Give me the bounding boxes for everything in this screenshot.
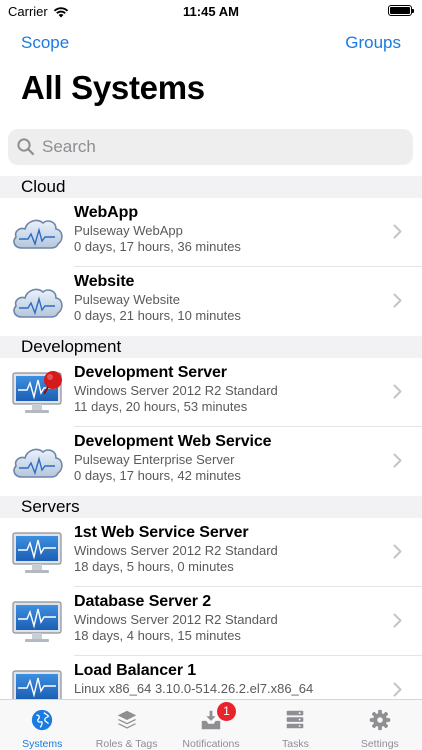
globe-icon	[32, 709, 53, 731]
tab-tasks[interactable]: Tasks	[253, 700, 337, 750]
system-title: Database Server 2	[74, 593, 212, 610]
tab-roles-tags[interactable]: Roles & Tags	[84, 700, 168, 750]
system-uptime: 0 days, 21 hours, 10 minutes	[74, 308, 241, 323]
search-placeholder: Search	[42, 137, 96, 156]
system-uptime: 18 days, 5 hours, 0 minutes	[74, 559, 234, 574]
chevron-right-icon	[393, 544, 402, 559]
search-icon	[17, 138, 35, 156]
tab-systems[interactable]: Systems	[0, 700, 84, 750]
system-title: WebApp	[74, 204, 138, 221]
chevron-right-icon	[393, 384, 402, 399]
tab-label: Settings	[360, 738, 399, 750]
groups-button[interactable]: Groups	[345, 33, 401, 53]
chevron-right-icon	[393, 224, 402, 239]
system-row-development-server[interactable]: Development Server Windows Server 2012 R…	[0, 358, 422, 427]
battery-icon	[388, 5, 414, 16]
monitor-alert-icon	[10, 371, 62, 416]
cloud-icon	[10, 439, 64, 485]
notification-badge: 1	[217, 702, 237, 721]
monitor-icon	[10, 599, 64, 645]
status-bar: Carrier 11:45 AM	[0, 0, 422, 22]
scope-button[interactable]: Scope	[21, 33, 69, 53]
section-header-development: Development	[0, 336, 422, 358]
system-title: Development Server	[74, 364, 227, 381]
tab-notifications[interactable]: 1 Notifications	[169, 700, 253, 750]
system-row-website[interactable]: Website Pulseway Website 0 days, 21 hour…	[0, 267, 422, 336]
system-subtitle: Linux x86_64 3.10.0-514.26.2.el7.x86_64	[74, 681, 314, 696]
tab-label: Notifications	[182, 738, 240, 750]
search-input[interactable]: Search	[8, 129, 413, 165]
system-subtitle: Windows Server 2012 R2 Standard	[74, 612, 278, 627]
status-time: 11:45 AM	[183, 4, 239, 19]
tab-label: Roles & Tags	[95, 738, 158, 750]
gear-icon	[369, 709, 390, 731]
system-uptime: 11 days, 20 hours, 53 minutes	[74, 399, 248, 414]
system-subtitle: Pulseway Website	[74, 292, 180, 307]
section-header-cloud: Cloud	[0, 176, 422, 198]
system-title: 1st Web Service Server	[74, 524, 249, 541]
system-uptime: 0 days, 17 hours, 42 minutes	[74, 468, 241, 483]
system-subtitle: Pulseway WebApp	[74, 223, 183, 238]
chevron-right-icon	[393, 613, 402, 628]
system-row-development-web-service[interactable]: Development Web Service Pulseway Enterpr…	[0, 427, 422, 496]
system-title: Development Web Service	[74, 433, 272, 450]
page-title: All Systems	[21, 69, 205, 106]
section-header-servers: Servers	[0, 496, 422, 518]
system-subtitle: Windows Server 2012 R2 Standard	[74, 383, 278, 398]
system-subtitle: Windows Server 2012 R2 Standard	[74, 543, 278, 558]
cloud-icon	[10, 279, 64, 325]
system-title: Website	[74, 273, 135, 290]
system-uptime: 0 days, 17 hours, 36 minutes	[74, 239, 241, 254]
system-subtitle: Pulseway Enterprise Server	[74, 452, 235, 467]
tab-bar: Systems Roles & Tags 1 Notifications Tas…	[0, 699, 422, 750]
system-title: Load Balancer 1	[74, 662, 197, 679]
system-row-1st-web-service-server[interactable]: 1st Web Service Server Windows Server 20…	[0, 518, 422, 587]
chevron-right-icon	[393, 453, 402, 468]
systems-list: Cloud WebApp Pulseway WebApp 0 days, 17 …	[0, 176, 422, 725]
monitor-icon	[10, 530, 64, 576]
system-row-webapp[interactable]: WebApp Pulseway WebApp 0 days, 17 hours,…	[0, 198, 422, 267]
cloud-icon	[10, 210, 64, 256]
layers-icon	[117, 710, 136, 729]
system-row-database-server-2[interactable]: Database Server 2 Windows Server 2012 R2…	[0, 587, 422, 656]
chevron-right-icon	[393, 293, 402, 308]
tab-settings[interactable]: Settings	[338, 700, 422, 750]
chevron-right-icon	[393, 682, 402, 697]
server-stack-icon	[287, 710, 304, 729]
tab-label: Tasks	[282, 738, 309, 750]
tab-label: Systems	[22, 738, 63, 750]
system-uptime: 18 days, 4 hours, 15 minutes	[74, 628, 241, 643]
